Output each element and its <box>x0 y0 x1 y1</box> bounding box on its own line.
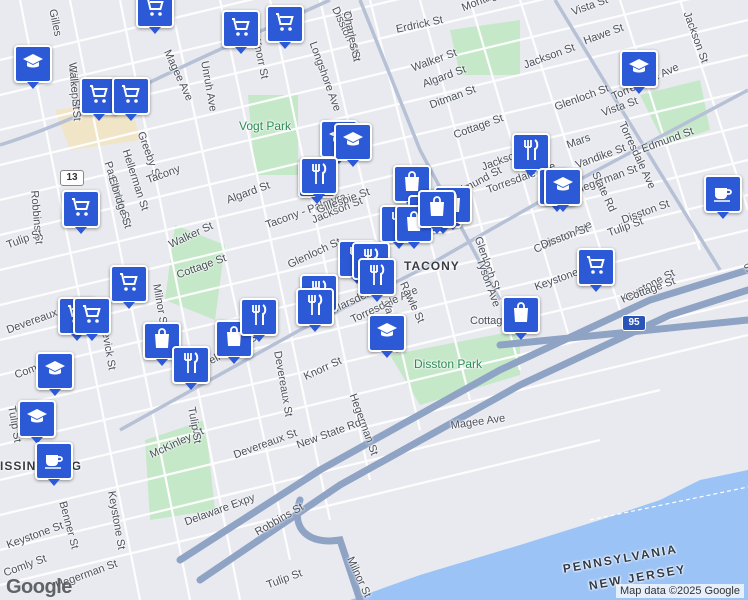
poi-marker[interactable] <box>368 314 406 358</box>
poi-marker[interactable] <box>136 0 174 34</box>
poi-marker[interactable] <box>358 258 396 302</box>
poi-marker[interactable] <box>418 190 456 234</box>
route-shield-95: 95 <box>622 315 646 331</box>
poi-marker[interactable] <box>300 157 338 201</box>
poi-marker[interactable] <box>62 190 100 234</box>
route-shield-13: 13 <box>60 170 84 186</box>
poi-marker[interactable] <box>296 288 334 332</box>
education-cap-icon <box>25 405 49 434</box>
restaurant-icon <box>519 138 543 167</box>
poi-marker[interactable] <box>36 352 74 396</box>
education-cap-icon <box>551 173 575 202</box>
poi-marker[interactable] <box>240 298 278 342</box>
restaurant-icon <box>247 303 271 332</box>
poi-marker[interactable] <box>544 168 582 212</box>
shopping-cart-icon <box>273 10 297 39</box>
shopping-cart-icon <box>229 15 253 44</box>
shopping-cart-icon <box>584 253 608 282</box>
education-cap-icon <box>43 357 67 386</box>
restaurant-icon <box>303 293 327 322</box>
poi-marker[interactable] <box>172 346 210 390</box>
education-cap-icon <box>375 319 399 348</box>
poi-marker[interactable] <box>112 77 150 121</box>
shopping-bag-icon <box>425 195 449 224</box>
shopping-cart-icon <box>87 82 111 111</box>
restaurant-icon <box>307 162 331 191</box>
poi-marker[interactable] <box>73 297 111 341</box>
shopping-cart-icon <box>117 270 141 299</box>
google-logo: Google <box>6 576 72 598</box>
poi-marker[interactable] <box>620 50 658 94</box>
coffee-cup-icon <box>42 447 66 476</box>
poi-marker[interactable] <box>334 123 372 167</box>
map-canvas[interactable]: Tyson AveErdrick StMontague StDisston St… <box>0 0 748 600</box>
shopping-cart-icon <box>69 195 93 224</box>
poi-marker[interactable] <box>502 296 540 340</box>
education-cap-icon <box>21 50 45 79</box>
poi-marker[interactable] <box>14 45 52 89</box>
shopping-cart-icon <box>80 302 104 331</box>
education-cap-icon <box>627 55 651 84</box>
education-cap-icon <box>341 128 365 157</box>
shopping-cart-icon <box>119 82 143 111</box>
restaurant-icon <box>365 263 389 292</box>
shopping-bag-icon <box>509 301 533 330</box>
restaurant-icon <box>179 351 203 380</box>
shopping-bag-icon <box>150 327 174 356</box>
poi-marker[interactable] <box>110 265 148 309</box>
coffee-cup-icon <box>711 180 735 209</box>
poi-marker[interactable] <box>512 133 550 177</box>
park-label-disston: Disston Park <box>414 357 483 371</box>
poi-marker[interactable] <box>35 442 73 486</box>
map-attribution[interactable]: Map data ©2025 Google <box>615 584 744 598</box>
park-label-vogt: Vogt Park <box>239 119 292 133</box>
poi-marker[interactable] <box>266 5 304 49</box>
neighborhood-label-tacony: TACONY <box>404 259 460 273</box>
poi-marker[interactable] <box>222 10 260 54</box>
poi-marker[interactable] <box>577 248 615 292</box>
shopping-cart-icon <box>143 0 167 24</box>
poi-marker[interactable] <box>18 400 56 444</box>
poi-marker[interactable] <box>704 175 742 219</box>
